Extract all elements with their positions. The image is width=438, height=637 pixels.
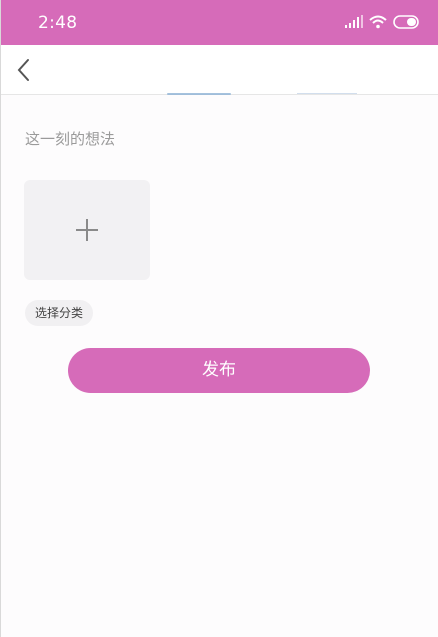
wifi-icon <box>369 15 387 29</box>
status-time: 2:48 <box>38 13 78 33</box>
battery-icon <box>393 15 419 29</box>
add-photo-button[interactable] <box>24 180 150 280</box>
publish-button[interactable]: 发布 <box>68 348 370 393</box>
signal-icon <box>345 15 363 28</box>
status-icons <box>345 15 421 29</box>
nav-bar <box>1 45 438 95</box>
category-select-button[interactable]: 选择分类 <box>25 300 94 326</box>
plus-icon <box>76 219 98 241</box>
back-button[interactable] <box>13 55 39 85</box>
nav-title-underline <box>167 93 231 95</box>
status-bar: 2:48 <box>1 0 438 45</box>
chevron-left-icon <box>17 59 29 81</box>
thought-input[interactable]: 这一刻的想法 <box>25 128 115 149</box>
nav-title-underline-secondary <box>297 93 357 94</box>
